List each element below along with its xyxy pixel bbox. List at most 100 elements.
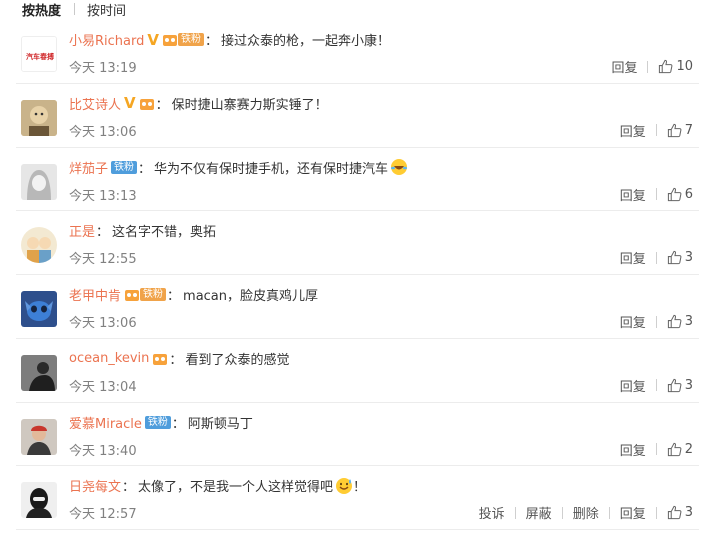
like-button[interactable]: 3 (667, 250, 693, 265)
sort-tabs: 按热度 按时间 (22, 0, 126, 19)
action-divider (655, 443, 657, 455)
comment-item: 烊茄子 铁粉 ： 华为不仅有保时捷手机，还有保时捷汽车 今天 13:13 回复 … (16, 148, 699, 212)
fan-badge (152, 351, 168, 366)
delete-button[interactable]: 删除 (573, 503, 599, 522)
like-button[interactable]: 6 (667, 187, 693, 202)
reply-button[interactable]: 回复 (620, 121, 646, 140)
timestamp: 今天 13:06 (69, 124, 137, 140)
comment-text: 看到了众泰的感觉 (185, 352, 290, 368)
anime-girl-avatar-icon (21, 163, 57, 200)
like-count: 3 (684, 505, 693, 521)
comment-actions: 回复 2 (620, 440, 693, 459)
avatar[interactable] (21, 418, 57, 455)
thumbs-up-icon (667, 314, 682, 329)
like-button[interactable]: 3 (667, 505, 693, 520)
iron-fan-badge: 铁粉 (144, 415, 171, 430)
thumbs-up-icon (667, 123, 682, 137)
thumbs-up-icon (667, 506, 682, 520)
username[interactable]: 老甲中肯 (69, 285, 121, 304)
colon: ： (155, 97, 169, 113)
reply-button[interactable]: 回复 (620, 440, 646, 459)
thumbs-up-icon (667, 251, 682, 265)
action-divider (655, 124, 657, 137)
comment-text-end: ！ (353, 480, 367, 496)
avatar[interactable] (21, 291, 57, 327)
action-divider (561, 506, 563, 519)
fan-crown-icon (153, 353, 168, 365)
action-divider (608, 506, 610, 519)
timestamp: 今天 13:04 (69, 379, 137, 395)
colon: ： (122, 480, 136, 496)
comment-line: 小易Richard V 铁粉 ： 接过众泰的枪，一起奔小康！ (69, 30, 391, 50)
reply-button[interactable]: 回复 (611, 57, 637, 76)
reply-button[interactable]: 回复 (620, 376, 646, 395)
laughing-emoji-icon (391, 159, 408, 175)
avatar[interactable] (21, 163, 57, 200)
reply-button[interactable]: 回复 (620, 503, 646, 522)
comment-line: 爱慕Miracle 铁粉 ： 阿斯顿马丁 (69, 413, 253, 432)
reply-button[interactable]: 回复 (620, 248, 646, 267)
iron-fan-label: 铁粉 (140, 288, 167, 301)
comment-line: 正是 ： 这名字不错，奥拓 (69, 221, 216, 240)
reply-button[interactable]: 回复 (620, 312, 646, 331)
avatar[interactable] (21, 227, 57, 264)
like-count: 3 (684, 250, 693, 266)
timestamp: 今天 13:19 (69, 61, 137, 76)
iron-fan-badge: 铁粉 (124, 287, 167, 302)
sweat-smile-emoji-icon (336, 477, 353, 494)
iron-fan-badge: 铁粉 (162, 32, 204, 47)
reply-button[interactable]: 回复 (620, 185, 646, 204)
comment-actions: 投诉 屏蔽 删除 回复 3 (479, 503, 693, 522)
like-count: 2 (684, 441, 693, 457)
like-button[interactable]: 2 (667, 442, 693, 457)
avatar[interactable] (21, 99, 57, 136)
verified-badge-icon: V (147, 30, 159, 49)
comment-text: 接过众泰的枪，一起奔小康！ (221, 34, 391, 49)
person-photo-avatar-icon (21, 354, 57, 391)
like-button[interactable]: 3 (667, 314, 693, 329)
like-count: 3 (684, 314, 693, 329)
like-button[interactable]: 7 (667, 123, 693, 138)
fan-crown-icon (125, 290, 140, 301)
timestamp: 今天 13:40 (69, 443, 137, 459)
comment-text: 华为不仅有保时捷手机，还有保时捷汽车 (154, 161, 389, 177)
colon: ： (204, 34, 218, 49)
cartoon-avatar-icon (21, 99, 57, 136)
comment-line: 烊茄子 铁粉 ： 华为不仅有保时捷手机，还有保时捷汽车 (69, 158, 408, 177)
username[interactable]: 爱慕Miracle (69, 413, 142, 432)
like-count: 7 (684, 122, 693, 138)
action-divider (647, 60, 649, 73)
timestamp: 今天 12:57 (69, 507, 137, 523)
username[interactable]: ocean_kevin (69, 351, 149, 366)
username[interactable]: 烊茄子 (69, 158, 108, 177)
cartoon-couple-avatar-icon (21, 227, 57, 264)
username[interactable]: 小易Richard (69, 30, 144, 49)
comment-text: 保时捷山寨赛力斯实锤了！ (171, 97, 328, 113)
username[interactable]: 日尧每文 (69, 476, 121, 495)
avatar[interactable] (21, 482, 57, 519)
comment-line: ocean_kevin ： 看到了众泰的感觉 (69, 349, 289, 368)
username[interactable]: 正是 (69, 221, 95, 240)
avatar[interactable]: 汽车春搏 (21, 36, 57, 72)
comment-item: 爱慕Miracle 铁粉 ： 阿斯顿马丁 今天 13:40 回复 2 (16, 403, 699, 467)
block-button[interactable]: 屏蔽 (526, 503, 552, 522)
like-count: 3 (684, 377, 693, 393)
thumbs-up-icon (667, 378, 682, 392)
colon: ： (171, 416, 185, 432)
verified-badge-icon: V (124, 94, 136, 113)
comment-text: 阿斯顿马丁 (187, 416, 253, 432)
tab-by-hot[interactable]: 按热度 (22, 0, 61, 19)
tab-by-time[interactable]: 按时间 (87, 0, 126, 19)
username[interactable]: 比艾诗人 (69, 94, 121, 113)
comment-item: 老甲中肯 铁粉 ： macan，脸皮真鸡儿厚 今天 13:06 回复 3 (16, 275, 699, 339)
colon: ： (167, 289, 181, 304)
like-button[interactable]: 3 (667, 378, 693, 393)
report-button[interactable]: 投诉 (479, 503, 505, 522)
thumbs-up-icon (659, 59, 673, 74)
action-divider (655, 506, 657, 519)
like-button[interactable]: 10 (658, 59, 693, 74)
thumbs-up-icon (667, 442, 682, 456)
colon: ： (169, 352, 183, 368)
avatar[interactable] (21, 354, 57, 391)
iron-fan-label: 铁粉 (111, 160, 138, 174)
